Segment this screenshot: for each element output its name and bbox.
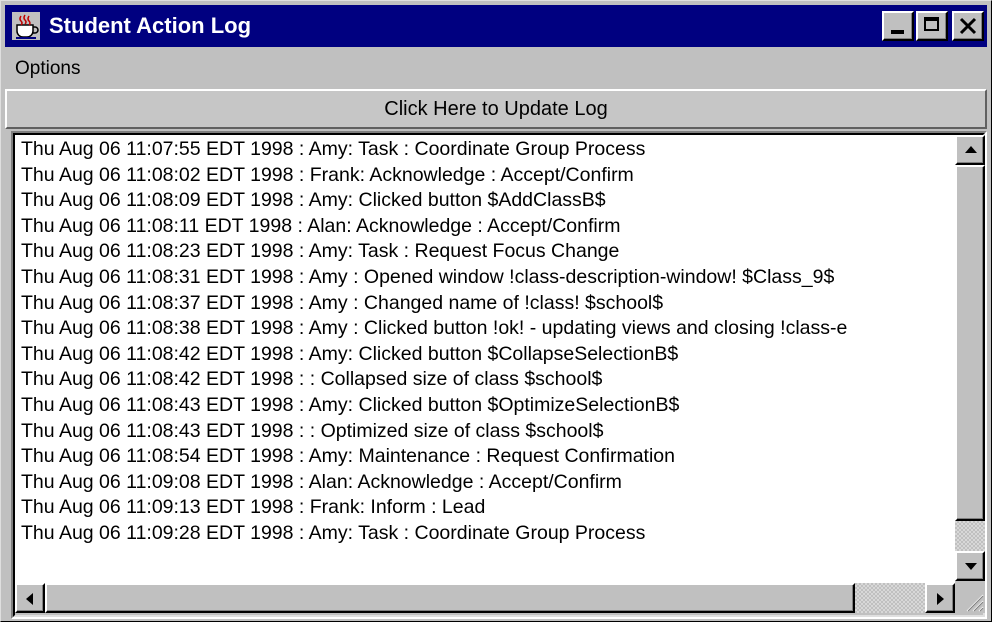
log-line: Thu Aug 06 11:09:28 EDT 1998 : Amy: Task… xyxy=(21,521,646,544)
arrow-right-icon xyxy=(937,593,944,605)
log-line: Thu Aug 06 11:08:02 EDT 1998 : Frank: Ac… xyxy=(21,163,634,186)
log-line: Thu Aug 06 11:08:43 EDT 1998 : : Optimiz… xyxy=(21,419,604,442)
log-line: Thu Aug 06 11:08:54 EDT 1998 : Amy: Main… xyxy=(21,445,676,468)
minimize-icon xyxy=(891,30,904,34)
scroll-right-button[interactable] xyxy=(925,583,955,613)
log-line: Thu Aug 06 11:08:23 EDT 1998 : Amy: Task… xyxy=(21,240,620,263)
maximize-icon xyxy=(924,17,939,31)
log-line: Thu Aug 06 11:08:42 EDT 1998 : : Collaps… xyxy=(21,368,603,391)
resize-grip-icon xyxy=(966,594,984,612)
log-scroll-pane-inner: Thu Aug 06 11:07:55 EDT 1998 : Amy: Task… xyxy=(13,133,985,617)
log-line: Thu Aug 06 11:09:13 EDT 1998 : Frank: In… xyxy=(21,496,486,519)
close-icon xyxy=(958,16,978,36)
log-line: Thu Aug 06 11:08:31 EDT 1998 : Amy : Ope… xyxy=(21,265,835,288)
menu-options[interactable]: Options xyxy=(15,51,80,87)
maximize-button[interactable] xyxy=(916,11,948,41)
menu-bar: Options xyxy=(5,51,987,87)
close-button[interactable] xyxy=(952,11,984,41)
vertical-scrollbar[interactable] xyxy=(955,135,985,583)
minimize-button[interactable] xyxy=(882,11,914,41)
scroll-up-button[interactable] xyxy=(955,135,985,165)
log-line: Thu Aug 06 11:08:09 EDT 1998 : Amy: Clic… xyxy=(21,189,606,212)
scroll-left-button[interactable] xyxy=(15,583,45,613)
log-line: Thu Aug 06 11:08:42 EDT 1998 : Amy: Clic… xyxy=(21,342,679,365)
log-line: Thu Aug 06 11:08:37 EDT 1998 : Amy : Cha… xyxy=(21,291,664,314)
log-scroll-pane: Thu Aug 06 11:07:55 EDT 1998 : Amy: Task… xyxy=(11,131,987,619)
window-title: Student Action Log xyxy=(49,13,252,38)
arrow-up-icon xyxy=(965,146,977,153)
log-line: Thu Aug 06 11:08:38 EDT 1998 : Amy : Cli… xyxy=(21,317,848,340)
resize-grip[interactable] xyxy=(955,583,985,613)
student-action-log-window: Student Action Log Options Click Here to… xyxy=(0,0,992,622)
horizontal-scroll-thumb[interactable] xyxy=(45,583,855,613)
log-line: Thu Aug 06 11:07:55 EDT 1998 : Amy: Task… xyxy=(21,138,646,160)
title-bar[interactable]: Student Action Log xyxy=(5,5,987,47)
java-coffee-cup-icon[interactable] xyxy=(11,11,41,41)
update-log-button[interactable]: Click Here to Update Log xyxy=(5,89,987,129)
log-line: Thu Aug 06 11:09:08 EDT 1998 : Alan: Ack… xyxy=(21,470,622,493)
scroll-down-button[interactable] xyxy=(955,551,985,581)
log-line: Thu Aug 06 11:08:11 EDT 1998 : Alan: Ack… xyxy=(21,214,621,237)
log-line: Thu Aug 06 11:08:43 EDT 1998 : Amy: Clic… xyxy=(21,393,680,416)
arrow-left-icon xyxy=(26,593,33,605)
log-lines: Thu Aug 06 11:07:55 EDT 1998 : Amy: Task… xyxy=(15,135,955,547)
log-text-area[interactable]: Thu Aug 06 11:07:55 EDT 1998 : Amy: Task… xyxy=(15,135,955,583)
vertical-scroll-thumb[interactable] xyxy=(955,165,985,521)
horizontal-scrollbar[interactable] xyxy=(15,583,955,613)
arrow-down-icon xyxy=(965,563,977,570)
